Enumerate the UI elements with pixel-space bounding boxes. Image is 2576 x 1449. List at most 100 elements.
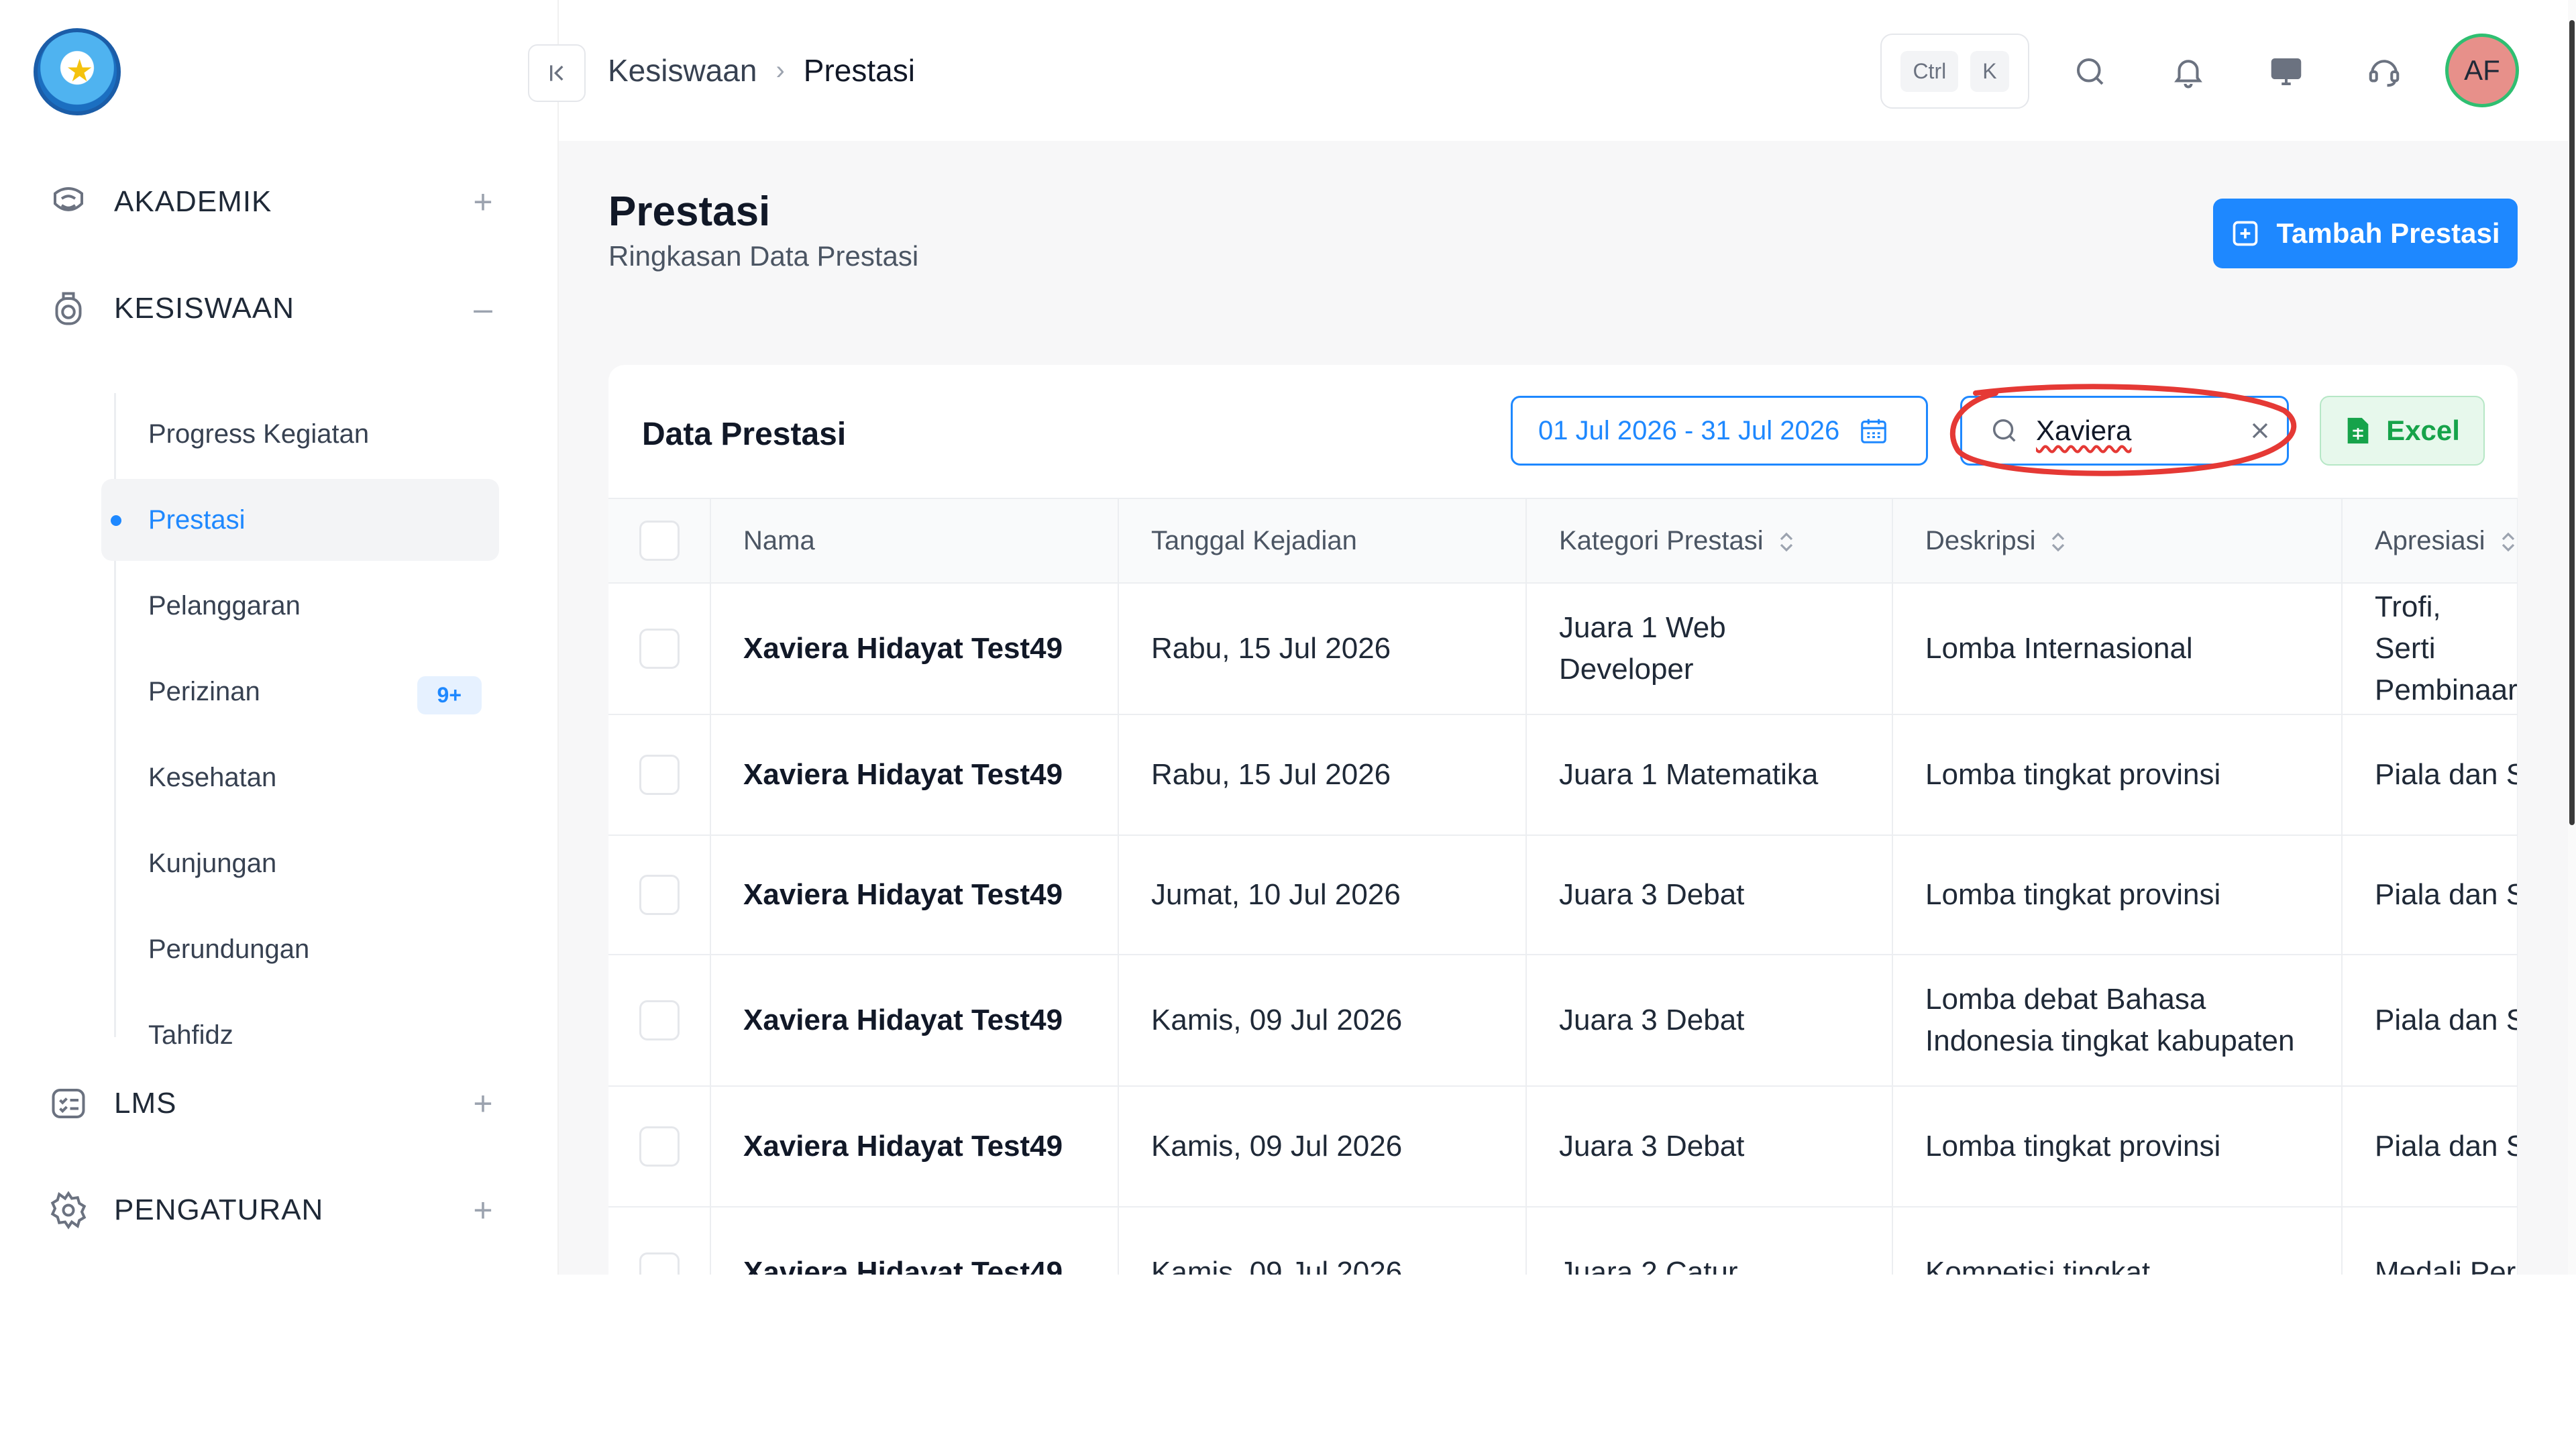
column-header-kategori[interactable]: Kategori Prestasi xyxy=(1526,498,1893,584)
table-row[interactable]: Xaviera Hidayat Test49 Kamis, 09 Jul 202… xyxy=(608,1207,2518,1275)
expand-icon[interactable]: + xyxy=(463,1191,503,1230)
cell-deskripsi: Kompetisi tingkat xyxy=(1892,1207,2343,1275)
clear-search-icon[interactable] xyxy=(2233,417,2287,444)
cell-nama[interactable]: Xaviera Hidayat Test49 xyxy=(710,1207,1119,1275)
row-select-cell xyxy=(608,1207,711,1275)
sidebar-item-label: Progress Kegiatan xyxy=(148,419,370,449)
cell-deskripsi: Lomba debat Bahasa Indonesia tingkat kab… xyxy=(1892,955,2343,1087)
bell-icon[interactable] xyxy=(2166,50,2210,94)
sidebar-item-label: Kunjungan xyxy=(148,848,277,878)
column-label: Deskripsi xyxy=(1925,525,2036,555)
row-checkbox[interactable] xyxy=(639,755,680,795)
table-row[interactable]: Xaviera Hidayat Test49 Kamis, 09 Jul 202… xyxy=(608,955,2518,1087)
academic-icon xyxy=(47,180,90,223)
cell-tanggal: Kamis, 09 Jul 2026 xyxy=(1118,955,1527,1087)
cell-deskripsi: Lomba tingkat provinsi xyxy=(1892,835,2343,955)
column-header-tanggal[interactable]: Tanggal Kejadian xyxy=(1118,498,1527,584)
sidebar-item-pelanggaran[interactable]: Pelanggaran xyxy=(101,565,499,647)
sidebar-item-kunjungan[interactable]: Kunjungan xyxy=(101,822,499,904)
table-row[interactable]: Xaviera Hidayat Test49 Kamis, 09 Jul 202… xyxy=(608,1086,2518,1208)
avatar[interactable]: AF xyxy=(2445,34,2519,107)
cell-apresiasi: Piala dan S xyxy=(2342,714,2518,836)
search-input[interactable]: Xaviera xyxy=(1960,396,2289,466)
sidebar-item-progress-kegiatan[interactable]: Progress Kegiatan xyxy=(101,393,499,475)
chevron-right-icon: › xyxy=(775,55,785,85)
sidebar-section-lms[interactable]: LMS + xyxy=(47,1073,503,1134)
cell-kategori: Juara 2 Catur xyxy=(1526,1207,1893,1275)
cell-nama[interactable]: Xaviera Hidayat Test49 xyxy=(710,583,1119,715)
cell-nama[interactable]: Xaviera Hidayat Test49 xyxy=(710,955,1119,1087)
add-prestasi-button[interactable]: Tambah Prestasi xyxy=(2213,199,2518,268)
sidebar-section-pengaturan[interactable]: PENGATURAN + xyxy=(47,1180,503,1240)
column-label: Nama xyxy=(743,525,815,555)
sort-icon[interactable] xyxy=(2049,530,2068,554)
sidebar: ★ AKADEMIK + KESISWAAN – Progress Kegiat… xyxy=(0,0,559,1275)
page-title: Prestasi xyxy=(608,189,771,235)
sort-icon[interactable] xyxy=(1777,530,1796,554)
expand-icon[interactable]: + xyxy=(463,1084,503,1123)
column-label: Apresiasi xyxy=(2375,525,2485,555)
sidebar-item-label: Pelanggaran xyxy=(148,590,301,621)
row-checkbox[interactable] xyxy=(639,629,680,669)
sort-icon[interactable] xyxy=(2499,530,2518,554)
row-checkbox[interactable] xyxy=(639,875,680,915)
sidebar-item-label: Tahfidz xyxy=(148,1020,233,1050)
expand-icon[interactable]: + xyxy=(463,182,503,221)
headset-icon[interactable] xyxy=(2362,50,2406,94)
cell-kategori: Juara 1 Matematika xyxy=(1526,714,1893,836)
command-palette-shortcut[interactable]: Ctrl K xyxy=(1880,34,2029,109)
sidebar-item-perundungan[interactable]: Perundungan xyxy=(101,908,499,990)
breadcrumb-current: Prestasi xyxy=(803,53,915,88)
search-icon[interactable] xyxy=(2068,50,2112,94)
column-header-nama[interactable]: Nama xyxy=(710,498,1119,584)
cell-nama[interactable]: Xaviera Hidayat Test49 xyxy=(710,1086,1119,1208)
breadcrumb-item[interactable]: Kesiswaan xyxy=(608,52,757,89)
monitor-icon[interactable] xyxy=(2264,50,2308,94)
cell-apresiasi: Piala dan S xyxy=(2342,955,2518,1087)
row-select-cell xyxy=(608,955,711,1087)
scrollbar-thumb[interactable] xyxy=(2569,20,2575,825)
cell-deskripsi: Lomba tingkat provinsi xyxy=(1892,1086,2343,1208)
row-checkbox[interactable] xyxy=(639,1252,680,1275)
student-icon xyxy=(47,287,90,330)
sidebar-section-akademik[interactable]: AKADEMIK + xyxy=(47,172,503,232)
cell-deskripsi: Lomba Internasional xyxy=(1892,583,2343,715)
notification-badge: 9+ xyxy=(417,676,482,714)
cell-apresiasi: Medali Per xyxy=(2342,1207,2518,1275)
collapse-icon[interactable]: – xyxy=(463,289,503,328)
row-checkbox[interactable] xyxy=(639,1000,680,1040)
select-all-cell xyxy=(608,498,711,584)
select-all-checkbox[interactable] xyxy=(639,521,680,561)
sidebar-item-perizinan[interactable]: Perizinan 9+ xyxy=(101,651,499,733)
cell-kategori: Juara 1 Web Developer xyxy=(1526,583,1893,715)
sidebar-section-kesiswaan[interactable]: KESISWAAN – xyxy=(47,278,503,339)
top-bar: Kesiswaan › Prestasi Ctrl K AF xyxy=(528,0,2576,141)
breadcrumb: Kesiswaan › Prestasi xyxy=(608,52,915,89)
cell-tanggal: Kamis, 09 Jul 2026 xyxy=(1118,1086,1527,1208)
column-header-deskripsi[interactable]: Deskripsi xyxy=(1892,498,2343,584)
row-checkbox[interactable] xyxy=(639,1126,680,1167)
sidebar-item-prestasi[interactable]: Prestasi xyxy=(101,479,499,561)
collapse-left-icon xyxy=(550,65,564,81)
row-select-cell xyxy=(608,835,711,955)
date-range-picker[interactable]: 01 Jul 2026 - 31 Jul 2026 xyxy=(1511,396,1928,466)
table-row[interactable]: Xaviera Hidayat Test49 Rabu, 15 Jul 2026… xyxy=(608,583,2518,715)
sidebar-item-tahfidz[interactable]: Tahfidz xyxy=(101,994,499,1076)
calendar-icon xyxy=(1861,419,1887,443)
cell-kategori: Juara 3 Debat xyxy=(1526,1086,1893,1208)
excel-file-icon xyxy=(2347,417,2369,444)
sidebar-item-kesehatan[interactable]: Kesehatan xyxy=(101,737,499,818)
table-row[interactable]: Xaviera Hidayat Test49 Rabu, 15 Jul 2026… xyxy=(608,714,2518,836)
cell-nama[interactable]: Xaviera Hidayat Test49 xyxy=(710,714,1119,836)
table-row[interactable]: Xaviera Hidayat Test49 Jumat, 10 Jul 202… xyxy=(608,835,2518,955)
checklist-icon xyxy=(47,1082,90,1125)
row-select-cell xyxy=(608,714,711,836)
collapse-sidebar-button[interactable] xyxy=(528,44,586,102)
column-header-apresiasi[interactable]: Apresiasi xyxy=(2342,498,2518,584)
cell-tanggal: Jumat, 10 Jul 2026 xyxy=(1118,835,1527,955)
card-title: Data Prestasi xyxy=(642,417,847,452)
cell-nama[interactable]: Xaviera Hidayat Test49 xyxy=(710,835,1119,955)
sidebar-item-label: Kesehatan xyxy=(148,762,277,792)
export-excel-button[interactable]: Excel xyxy=(2320,396,2485,466)
cell-tanggal: Rabu, 15 Jul 2026 xyxy=(1118,714,1527,836)
